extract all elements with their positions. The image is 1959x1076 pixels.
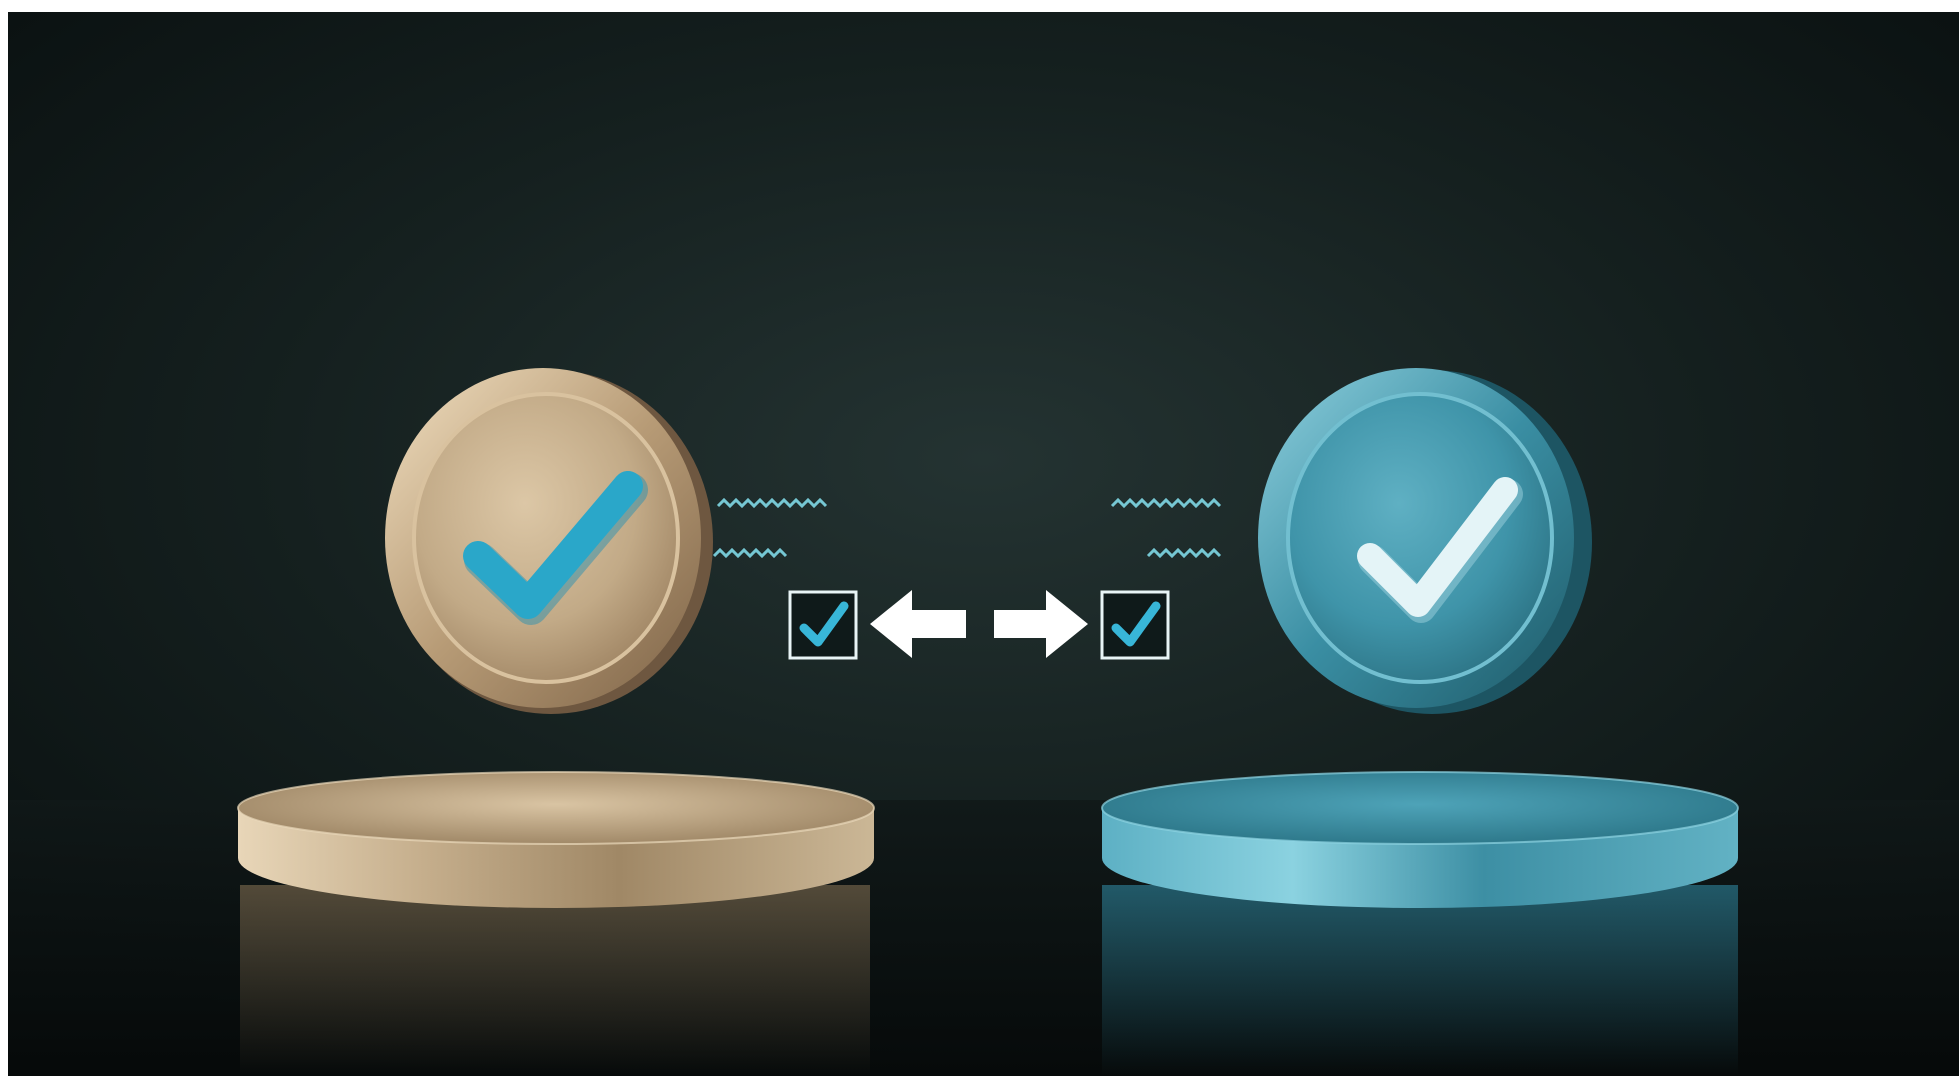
checkbox-checked-icon [788, 590, 858, 660]
teal-verified-token [1258, 368, 1592, 714]
teal-pedestal-reflection [1102, 885, 1738, 1076]
teal-pedestal [1101, 771, 1739, 908]
gold-pedestal-reflection [240, 885, 870, 1076]
gold-pedestal [237, 771, 875, 908]
checkbox-checked-icon [1100, 590, 1170, 660]
verification-comparison-scene [0, 0, 1959, 1076]
